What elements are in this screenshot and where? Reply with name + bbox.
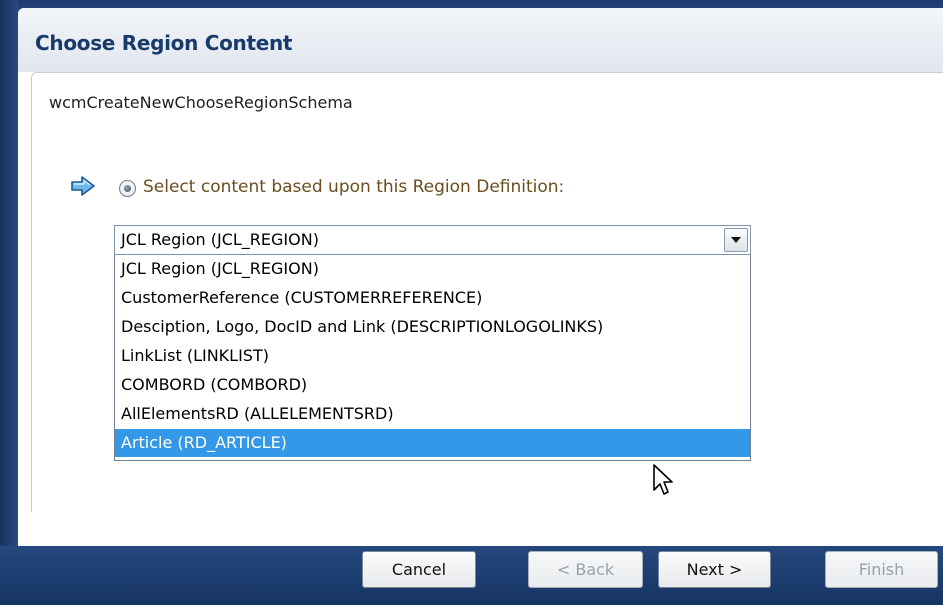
dialog-content: wcmCreateNewChooseRegionSchema Select co… (31, 72, 943, 512)
region-select-value: JCL Region (JCL_REGION) (121, 230, 319, 249)
region-option-combord[interactable]: COMBORD (COMBORD) (115, 371, 750, 399)
chevron-down-icon (731, 237, 741, 243)
finish-button[interactable]: Finish (825, 551, 938, 588)
mouse-cursor-icon (653, 464, 673, 495)
region-select[interactable]: JCL Region (JCL_REGION) (114, 225, 751, 255)
region-definition-radio-label: Select content based upon this Region De… (143, 177, 565, 197)
choose-region-dialog: Choose Region Content wcmCreateNewChoose… (18, 8, 943, 546)
schema-label: wcmCreateNewChooseRegionSchema (49, 93, 353, 112)
dropdown-button[interactable] (724, 228, 748, 252)
window-frame-left (0, 0, 18, 605)
back-button[interactable]: < Back (528, 551, 643, 588)
dialog-title-bar: Choose Region Content (18, 8, 943, 72)
radio-selected-dot (124, 185, 131, 192)
region-definition-radio[interactable] (119, 180, 136, 197)
region-option-article[interactable]: Article (RD_ARTICLE) (115, 429, 750, 457)
region-option-customerreference[interactable]: CustomerReference (CUSTOMERREFERENCE) (115, 284, 750, 312)
cancel-button[interactable]: Cancel (362, 551, 476, 588)
right-arrow-icon (71, 176, 95, 196)
next-button[interactable]: Next > (658, 551, 771, 588)
region-dropdown-list: JCL Region (JCL_REGION) CustomerReferenc… (114, 255, 751, 461)
region-option-jcl-region[interactable]: JCL Region (JCL_REGION) (115, 255, 750, 283)
region-option-descriptionlogolinks[interactable]: Desciption, Logo, DocID and Link (DESCRI… (115, 313, 750, 341)
region-option-linklist[interactable]: LinkList (LINKLIST) (115, 342, 750, 370)
dialog-title: Choose Region Content (35, 31, 293, 55)
region-option-allelementsrd[interactable]: AllElementsRD (ALLELEMENTSRD) (115, 400, 750, 428)
